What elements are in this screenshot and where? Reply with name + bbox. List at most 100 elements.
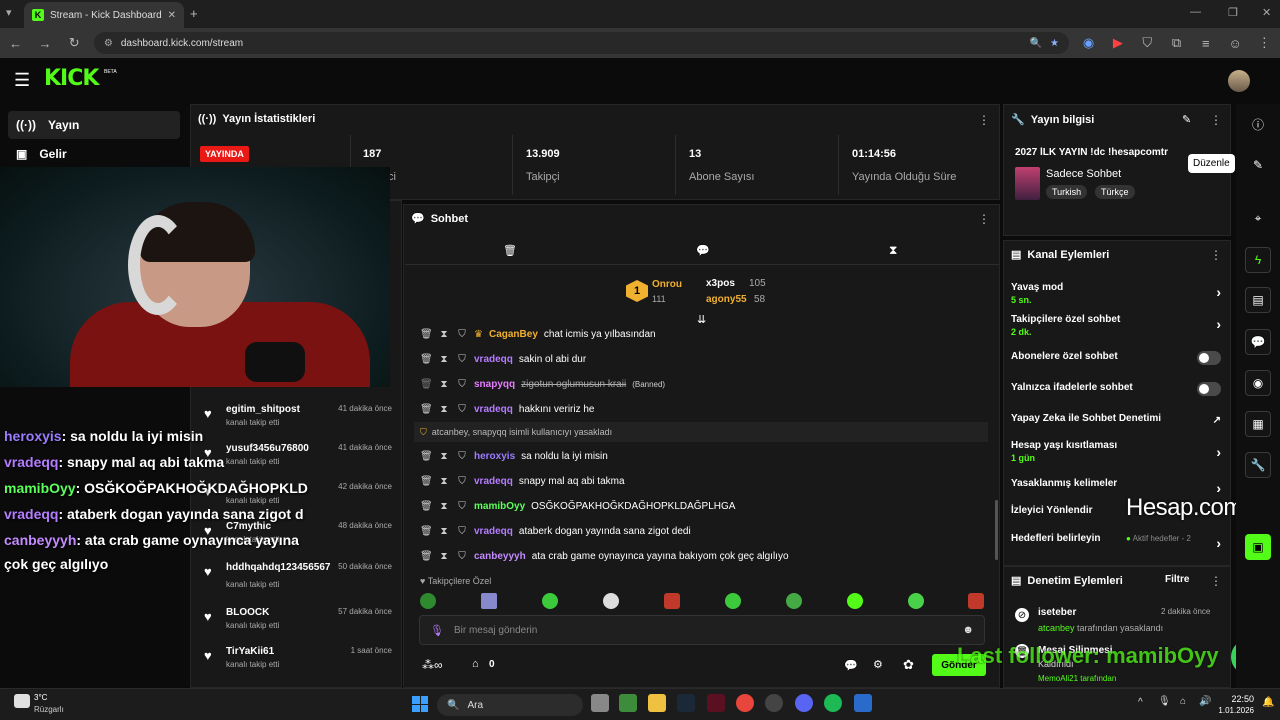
timeout-icon[interactable]: ⧗ xyxy=(438,451,450,462)
steam-icon[interactable] xyxy=(677,694,695,712)
tab-search-icon[interactable]: ▾ xyxy=(6,6,12,19)
follower-row[interactable]: ♥ hddhqahdq123456567 kanalı takip etti 50 d… xyxy=(200,560,392,600)
browser-menu-icon[interactable]: ⋮ xyxy=(1255,35,1274,51)
emote-icon[interactable] xyxy=(481,593,497,609)
follower-row[interactable]: ♥ BLOOCK kanalı takip etti 57 dakika önce xyxy=(200,605,392,645)
delete-icon[interactable]: 🗑 xyxy=(420,451,433,462)
discord-icon[interactable] xyxy=(795,694,813,712)
chat-icon[interactable]: 💬 xyxy=(1245,329,1271,355)
chat-input[interactable]: 🎙 Bir mesaj gönderin ☻ xyxy=(419,615,985,645)
subscribers-only-toggle[interactable] xyxy=(1197,351,1221,365)
edit-pencil-icon[interactable]: ✎ xyxy=(1182,113,1191,126)
volume-icon[interactable]: 🔊 xyxy=(1199,696,1211,707)
goals-row[interactable]: Hedefleri belirleyin › xyxy=(1011,533,1225,551)
scan-icon[interactable]: ⌖ xyxy=(1245,205,1271,231)
maximize-icon[interactable]: ❐ xyxy=(1228,6,1238,19)
chat-username[interactable]: CaganBey xyxy=(489,329,538,340)
app-icon[interactable] xyxy=(707,694,725,712)
delete-icon[interactable]: 🗑 xyxy=(420,404,433,415)
info-icon[interactable]: ⓘ xyxy=(1245,111,1271,137)
url-input[interactable]: ⚙ dashboard.kick.com/stream 🔍 ★ xyxy=(93,32,1069,54)
emoji-icon[interactable]: ☻ xyxy=(962,624,974,636)
bookmark-star-icon[interactable]: ★ xyxy=(1050,38,1059,49)
forward-icon[interactable]: → xyxy=(35,36,54,51)
extension-icon[interactable]: ◉ xyxy=(1079,35,1098,51)
notification-icon[interactable]: 🔔 xyxy=(1262,697,1274,708)
reload-icon[interactable]: ↻ xyxy=(65,35,84,51)
user-avatar[interactable] xyxy=(1228,70,1250,92)
site-info-icon[interactable]: ⚙ xyxy=(104,38,113,49)
moderation-icon[interactable]: ▦ xyxy=(1245,411,1271,437)
delete-icon[interactable]: 🗑 xyxy=(420,329,433,340)
mic-icon[interactable]: 🎙 xyxy=(430,624,444,637)
delete-icon[interactable]: 🗑 xyxy=(420,379,433,390)
account-age-row[interactable]: Hesap yaşı kısıtlaması 1 gün › xyxy=(1011,440,1225,463)
chat-message[interactable]: 🗑 ⧗ ⛉ vradeqq snapy mal aq abi takma xyxy=(420,470,990,492)
chat-username[interactable]: snapyqq xyxy=(474,379,515,390)
trash-icon[interactable]: 🗑 xyxy=(503,244,517,257)
emote-icon[interactable] xyxy=(420,593,436,609)
points-icon[interactable]: ⁂∞ xyxy=(422,658,443,672)
ban-icon[interactable]: ⛉ xyxy=(456,451,468,462)
emotes-only-toggle[interactable] xyxy=(1197,382,1221,396)
timeout-icon[interactable]: ⧗ xyxy=(438,551,450,562)
chat-message[interactable]: 🗑 ⧗ ⛉ vradeqq hakkını veririz he xyxy=(420,398,990,420)
leader-name[interactable]: agony55 xyxy=(706,294,747,305)
timeout-icon[interactable]: ⧗ xyxy=(438,379,450,390)
emote-icon[interactable] xyxy=(725,593,741,609)
emote-icon[interactable] xyxy=(664,593,680,609)
followers-only-row[interactable]: Takipçilere özel sohbet 2 dk. › xyxy=(1011,314,1225,337)
back-icon[interactable]: ← xyxy=(6,36,25,51)
zoom-icon[interactable]: 🔍 xyxy=(1030,38,1042,49)
timeout-icon[interactable]: ⧗ xyxy=(438,501,450,512)
category-name[interactable]: Sadece Sohbet xyxy=(1046,168,1121,180)
folder-icon[interactable] xyxy=(648,694,666,712)
emote-icon[interactable] xyxy=(786,593,802,609)
add-panel-icon[interactable]: ▣ xyxy=(1245,534,1271,560)
chat-message[interactable]: 🗑 ⧗ ⛉ vradeqq sakin ol abi dur xyxy=(420,348,990,370)
chat-username[interactable]: mamibOyy xyxy=(474,501,525,512)
mod-target[interactable]: iseteber xyxy=(1038,607,1076,618)
profile-icon[interactable]: ☺ xyxy=(1225,36,1244,51)
ban-icon[interactable]: ⛉ xyxy=(456,476,468,487)
ban-icon[interactable]: ⛉ xyxy=(456,329,468,340)
tag[interactable]: Turkish xyxy=(1046,185,1088,199)
ban-icon[interactable]: ⛉ xyxy=(456,501,468,512)
ban-icon[interactable]: ⛉ xyxy=(456,354,468,365)
delete-icon[interactable]: 🗑 xyxy=(420,501,433,512)
chat-message[interactable]: 🗑 ⧗ ⛉ vradeqq ataberk dogan yayında sana zig… xyxy=(420,520,990,542)
ban-icon[interactable]: ⛉ xyxy=(456,404,468,415)
windows-start-icon[interactable] xyxy=(412,696,428,712)
category-thumbnail[interactable] xyxy=(1015,167,1040,200)
timeout-icon[interactable]: ⧗ xyxy=(438,404,450,415)
ban-icon[interactable]: ⛉ xyxy=(456,551,468,562)
network-icon[interactable]: ⌂ xyxy=(1180,696,1186,707)
chat-message[interactable]: 🗑 ⧗ ⛉ mamibOyy OSĞKOĞPAKHOĞKDAĞHOPKLDAĞPLHGA xyxy=(420,495,990,517)
chrome-icon[interactable] xyxy=(736,694,754,712)
follower-row[interactable]: ♥ yusuf3456u76800 kanalı takip etti 41 daki… xyxy=(200,441,392,481)
chat-icon[interactable]: 💬 xyxy=(696,244,710,257)
wrench-icon[interactable]: 🔧 xyxy=(1245,452,1271,478)
hourglass-icon[interactable]: ⧗ xyxy=(889,243,897,258)
chat-username[interactable]: vradeqq xyxy=(474,526,513,537)
stats-more-icon[interactable]: ⋮ xyxy=(978,113,990,127)
weather-icon[interactable] xyxy=(14,694,30,708)
chat-message[interactable]: 🗑 ⧗ ⛉ ♛ CaganBey chat icmis ya yılbasından xyxy=(420,323,990,345)
chat-username[interactable]: vradeqq xyxy=(474,404,513,415)
minecraft-icon[interactable] xyxy=(619,694,637,712)
mic-tray-icon[interactable]: 🎙 xyxy=(1158,696,1171,707)
subscribers-only-row[interactable]: Abonelere özel sohbet xyxy=(1011,351,1225,365)
ai-moderation-row[interactable]: Yapay Zeka ile Sohbet Denetimi ↗ xyxy=(1011,413,1225,426)
hamburger-menu-icon[interactable]: ☰ xyxy=(14,70,30,91)
stream-info-more-icon[interactable]: ⋮ xyxy=(1210,113,1222,127)
youtube-extension-icon[interactable]: ▶ xyxy=(1108,35,1127,51)
tag[interactable]: Türkçe xyxy=(1095,185,1135,199)
chat-more-icon[interactable]: ⋮ xyxy=(978,212,990,226)
taskbar-search[interactable]: 🔍 Ara xyxy=(437,694,583,716)
emote-icon[interactable] xyxy=(847,593,863,609)
tray-chevron-icon[interactable]: ^ xyxy=(1138,697,1143,708)
shield-extension-icon[interactable]: ⛉ xyxy=(1138,35,1157,51)
moderation-more-icon[interactable]: ⋮ xyxy=(1210,574,1222,588)
reading-list-icon[interactable]: ≡ xyxy=(1196,36,1215,51)
emote-icon[interactable] xyxy=(908,593,924,609)
